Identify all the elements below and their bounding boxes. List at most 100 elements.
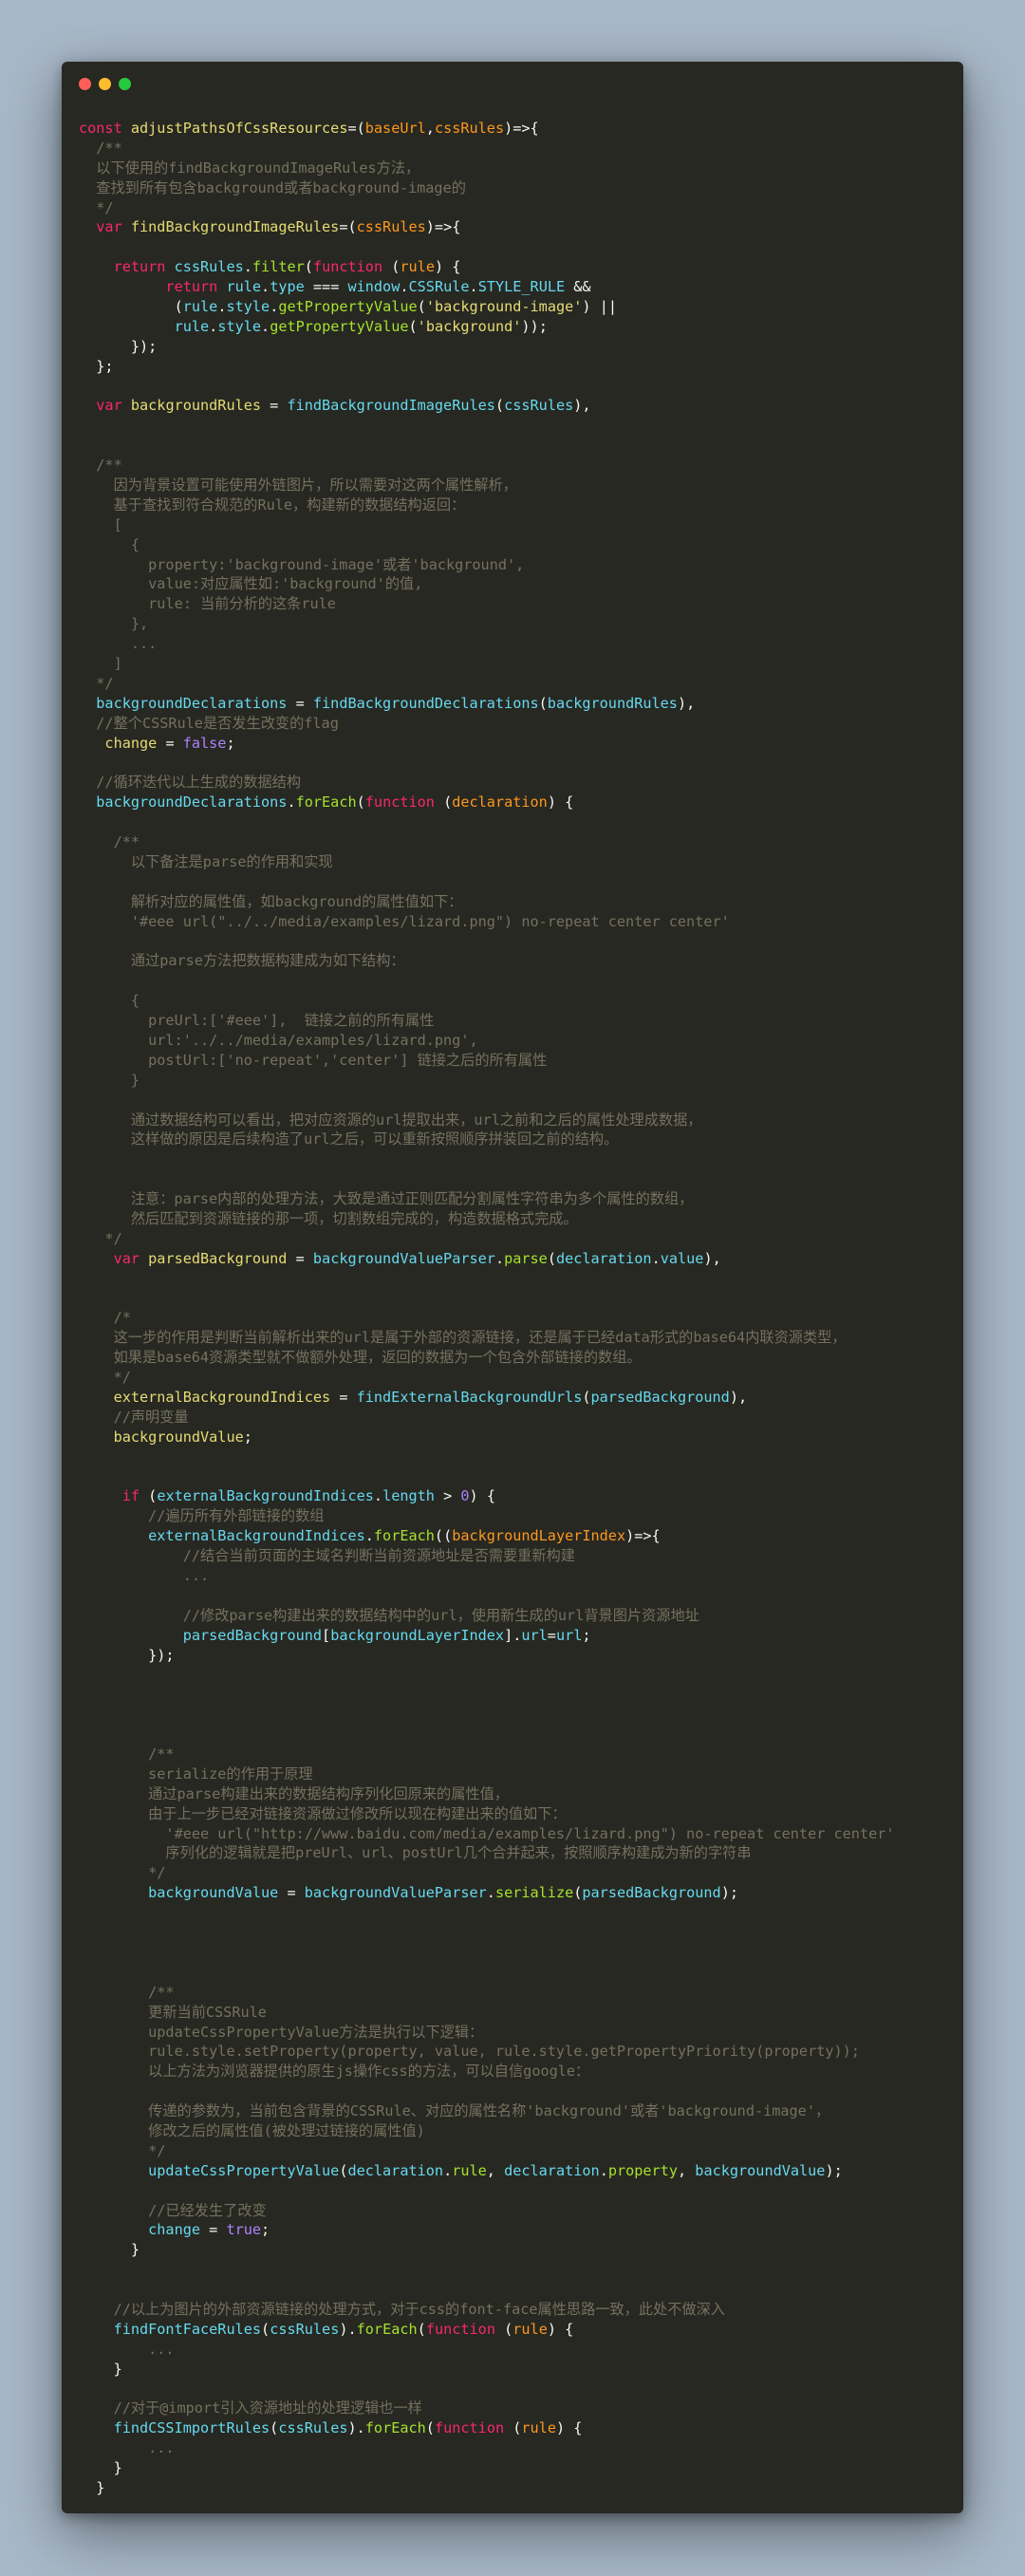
- code-line: backgroundDeclarations.forEach(function …: [79, 793, 954, 812]
- code-token: 通过数据结构可以看出，把对应资源的url提取出来，url之前和之后的属性处理成数…: [79, 1111, 702, 1129]
- code-line: backgroundValue;: [79, 1428, 954, 1447]
- code-line: 基于查找到符合规范的Rule，构建新的数据结构返回：: [79, 495, 954, 515]
- code-token: /*: [79, 1309, 131, 1327]
- code-token: adjustPathsOfCssResources: [130, 120, 348, 137]
- code-token: findBackgroundImageRules: [287, 397, 495, 415]
- code-token: backgroundLayerIndex: [452, 1527, 626, 1545]
- code-token: .: [599, 2161, 608, 2179]
- code-token: updateCssPropertyValue方法是执行以下逻辑：: [79, 2023, 484, 2041]
- code-line: ...: [79, 1566, 954, 1586]
- code-line: //循环迭代以上生成的数据结构: [79, 773, 954, 793]
- code-line: if (externalBackgroundIndices.length > 0…: [79, 1486, 954, 1506]
- code-token: (: [417, 2320, 426, 2338]
- code-line: backgroundDeclarations = findBackgroundD…: [79, 694, 954, 714]
- code-token: (: [356, 793, 365, 812]
- code-token: 因为背景设置可能使用外链图片，所以需要对这两个属性解析，: [79, 476, 517, 495]
- code-token: */: [79, 1864, 166, 1882]
- code-token: ...: [79, 1567, 210, 1585]
- code-line: */: [79, 198, 954, 218]
- code-token: (: [79, 298, 183, 316]
- code-token: cssRules: [434, 120, 505, 137]
- minimize-icon[interactable]: [99, 78, 111, 90]
- code-token: rule: [512, 2320, 548, 2338]
- code-token: .: [209, 317, 218, 335]
- code-token: ;: [226, 734, 235, 752]
- code-line: {: [79, 535, 954, 555]
- code-token: =: [287, 694, 313, 712]
- code-token: url:'../../media/examples/lizard.png',: [79, 1031, 478, 1049]
- code-token: findCSSImportRules: [79, 2419, 270, 2437]
- code-token: backgroundLayerIndex: [330, 1626, 505, 1644]
- code-token: type: [270, 278, 305, 296]
- code-line: //结合当前页面的主域名判断当前资源地址是否需要重新构建: [79, 1546, 954, 1566]
- code-line: 传递的参数为，当前包含背景的CSSRule、对应的属性名称'background…: [79, 2101, 954, 2121]
- code-line: */: [79, 1229, 954, 1249]
- code-token: )=>{: [625, 1527, 661, 1545]
- code-token: //已经发生了改变: [79, 2201, 267, 2219]
- code-token: ;: [261, 2221, 270, 2239]
- code-line: updateCssPropertyValue方法是执行以下逻辑：: [79, 2023, 954, 2043]
- code-token: url: [555, 1626, 583, 1644]
- code-token: //循环迭代以上生成的数据结构: [79, 774, 302, 792]
- code-token: rule: [400, 258, 435, 276]
- code-token: forEach: [364, 2419, 426, 2437]
- code-token: property: [607, 2161, 678, 2179]
- code-token: });: [79, 1646, 175, 1664]
- code-token: ) ||: [582, 298, 617, 316]
- code-token: 更新当前CSSRule: [79, 2003, 267, 2021]
- code-token: };: [79, 357, 114, 375]
- code-line: property:'background-image'或者'background…: [79, 555, 954, 575]
- code-line: /**: [79, 832, 954, 852]
- code-token: */: [79, 674, 114, 692]
- code-token: declaration: [347, 2161, 444, 2179]
- code-token: rule: [452, 2161, 487, 2179]
- code-token: findBackgroundDeclarations: [312, 694, 539, 712]
- code-token: ).: [347, 2419, 365, 2437]
- code-window: const adjustPathsOfCssResources=(baseUrl…: [62, 62, 963, 2513]
- code-line: });: [79, 337, 954, 357]
- code-line: 更新当前CSSRule: [79, 2003, 954, 2023]
- code-line: */: [79, 1368, 954, 1388]
- code-token: );: [825, 2161, 843, 2179]
- code-token: return: [79, 258, 175, 276]
- code-token: ((: [434, 1527, 453, 1545]
- code-token: function: [434, 2419, 513, 2437]
- code-token: externalBackgroundIndices: [157, 1487, 374, 1505]
- code-token: style: [217, 317, 262, 335]
- maximize-icon[interactable]: [119, 78, 131, 90]
- close-icon[interactable]: [79, 78, 91, 90]
- code-line: var backgroundRules = findBackgroundImag…: [79, 396, 954, 416]
- code-line: },: [79, 614, 954, 634]
- code-token: baseUrl: [364, 120, 426, 137]
- code-token: //修改parse构建出来的数据结构中的url，使用新生成的url背景图片资源地…: [79, 1606, 699, 1624]
- code-token: declaration: [452, 793, 548, 812]
- code-token: =: [200, 2221, 227, 2239]
- code-token: 修改之后的属性值(被处理过链接的属性值): [79, 2121, 425, 2139]
- code-line: }: [79, 2478, 954, 2498]
- code-line: //以上为图片的外部资源链接的处理方式，对于css的font-face属性思路一…: [79, 2300, 954, 2320]
- code-token: return: [79, 278, 227, 296]
- code-line: parsedBackground[backgroundLayerIndex].u…: [79, 1626, 954, 1646]
- code-token: 由于上一步已经对链接资源做过修改所以现在构建出来的值如下：: [79, 1804, 567, 1822]
- code-token: ===: [304, 278, 348, 296]
- code-token: =(: [339, 218, 357, 236]
- code-token: STYLE_RULE: [477, 278, 566, 296]
- code-token: backgroundValue: [79, 1884, 279, 1902]
- code-token: ),: [677, 694, 696, 712]
- code-token: ));: [521, 317, 548, 335]
- code-token: {: [79, 992, 140, 1010]
- code-token: //遍历所有外部链接的数组: [79, 1507, 325, 1525]
- code-token: 以下备注是parse的作用和实现: [79, 852, 333, 870]
- code-line: 修改之后的属性值(被处理过链接的属性值): [79, 2121, 954, 2141]
- code-token: =: [287, 1249, 313, 1267]
- code-line: value:对应属性如:'background'的值,: [79, 574, 954, 594]
